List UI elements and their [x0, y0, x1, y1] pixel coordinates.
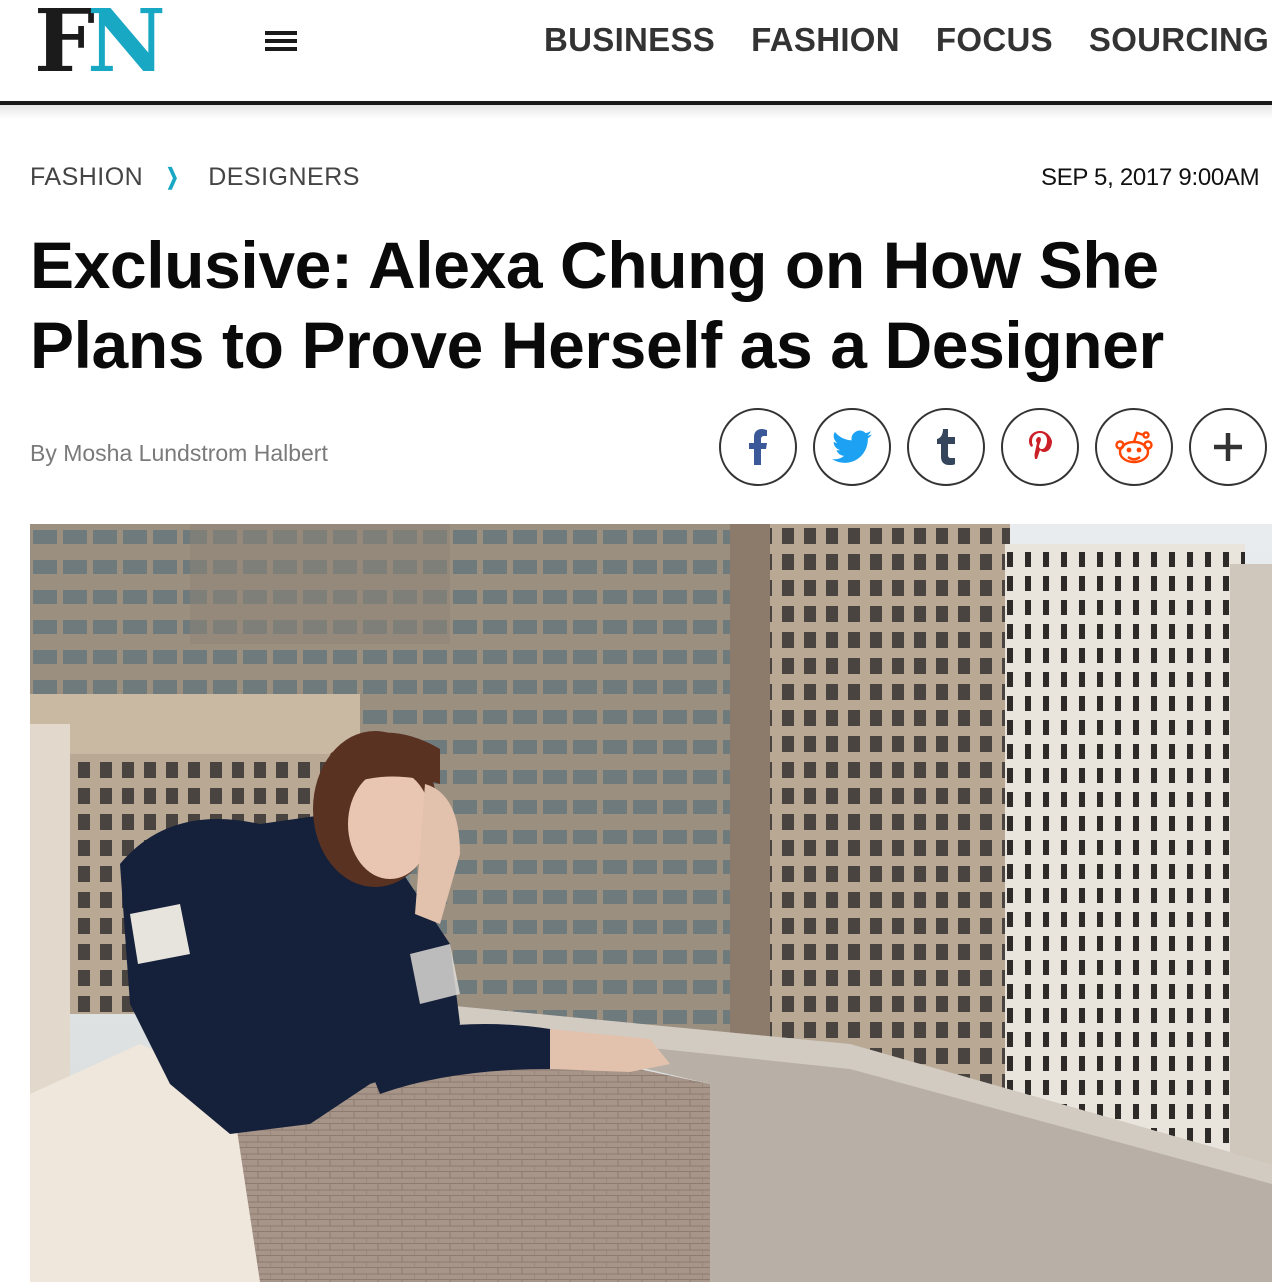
share-reddit-button[interactable]	[1095, 408, 1173, 486]
share-twitter-button[interactable]	[813, 408, 891, 486]
share-facebook-button[interactable]	[719, 408, 797, 486]
main-nav: BUSINESS FASHION FOCUS SOURCING J	[544, 20, 1272, 60]
logo-letter-n: N	[87, 0, 166, 92]
hero-photo	[30, 524, 1272, 1282]
header-shadow	[0, 105, 1272, 119]
pinterest-icon	[1029, 431, 1052, 459]
article-byline: By Mosha Lundstrom Halbert	[30, 440, 328, 466]
article-title-line-2: Plans to Prove Herself as a Designer	[30, 308, 1164, 382]
plus-icon	[1214, 433, 1242, 461]
tumblr-icon	[937, 429, 955, 465]
share-tumblr-button[interactable]	[907, 408, 985, 486]
article-date: SEP 5, 2017 9:00AM	[1041, 164, 1260, 191]
hamburger-menu-icon[interactable]	[265, 31, 297, 51]
chevron-right-icon: ❯	[166, 164, 180, 189]
share-bar	[719, 408, 1272, 486]
facebook-icon	[749, 429, 767, 465]
hero-photo-illustration	[30, 524, 1272, 1282]
nav-item-focus[interactable]: FOCUS	[936, 20, 1053, 60]
reddit-icon	[1115, 431, 1153, 464]
breadcrumb-item-fashion[interactable]: FASHION	[30, 163, 143, 192]
share-more-button[interactable]	[1189, 408, 1267, 486]
article-title-line-1: Exclusive: Alexa Chung on How She	[30, 228, 1159, 302]
nav-item-sourcing[interactable]: SOURCING J	[1089, 20, 1272, 60]
breadcrumb-item-designers[interactable]: DESIGNERS	[208, 163, 360, 192]
nav-item-fashion[interactable]: FASHION	[751, 20, 900, 60]
logo-letter-f: F	[34, 0, 95, 92]
fn-logo[interactable]: FN	[34, 0, 174, 92]
article-title: Exclusive: Alexa Chung on How She Plans …	[30, 225, 1272, 385]
site-header: FN BUSINESS FASHION FOCUS SOURCING J	[0, 0, 1272, 101]
share-pinterest-button[interactable]	[1001, 408, 1079, 486]
nav-item-business[interactable]: BUSINESS	[544, 20, 715, 60]
twitter-icon	[832, 430, 872, 463]
breadcrumb: FASHION ❯ DESIGNERS	[30, 162, 360, 192]
